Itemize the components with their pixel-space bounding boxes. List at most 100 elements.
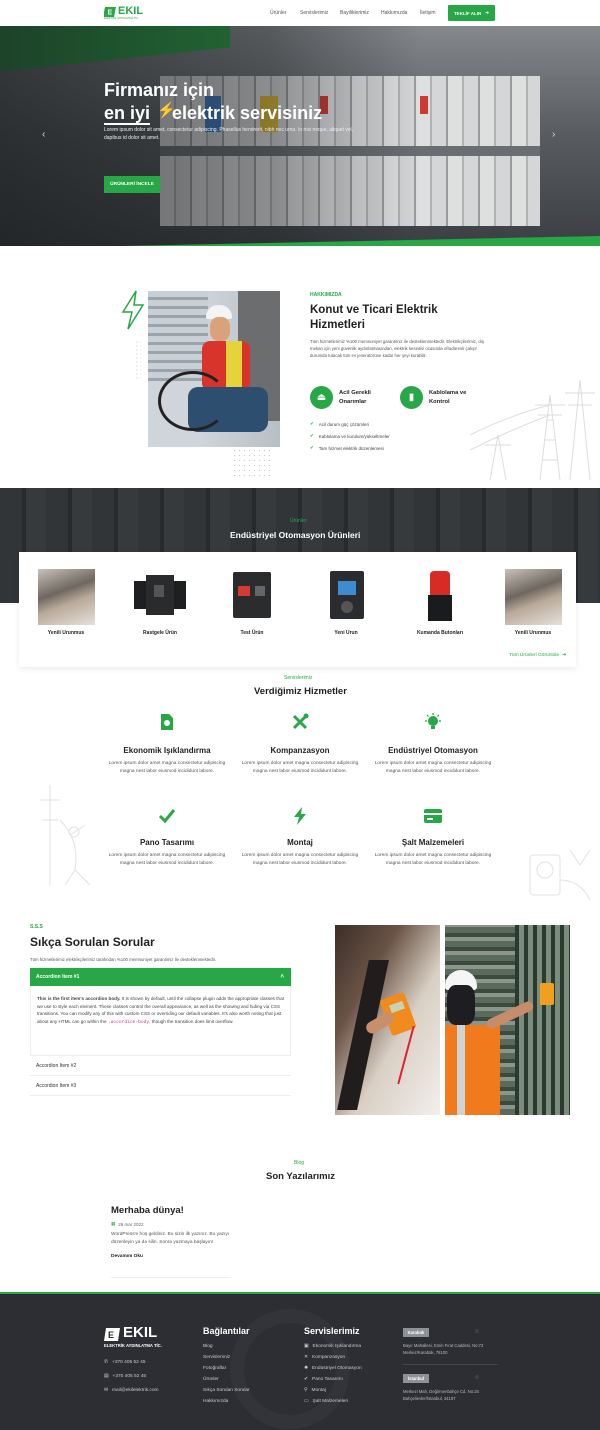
office-address: Bayır Mahallesi, Emin Fırat Caddesi, No:…: [403, 1343, 498, 1356]
product-name[interactable]: Yeni Urun: [306, 630, 386, 636]
product-image[interactable]: [428, 571, 452, 621]
blog-post-title[interactable]: Merhaba dünya!: [111, 1205, 231, 1216]
about-title-line1: Konut ve Ticari Elektrik: [310, 304, 438, 316]
slider-next-icon[interactable]: ›: [552, 129, 555, 140]
footer-link[interactable]: Servislerimiz: [203, 1355, 230, 1360]
read-more-link[interactable]: Devamını Oku: [111, 1254, 231, 1259]
footer-phone-text: +370 405 52 45: [112, 1360, 146, 1365]
chevron-up-icon: ˄: [280, 974, 284, 980]
office-address-line: Merkezi Mah, Değirmenbahçe Cd. No:34: [403, 1389, 479, 1394]
product-name[interactable]: Kumanda Butonları: [400, 630, 480, 636]
tools-icon: ✕: [304, 1355, 309, 1360]
service-desc: Lorem ipsum dolor amet magna consectetur…: [108, 853, 226, 866]
footer-link[interactable]: Hakkımızda: [203, 1399, 228, 1404]
blog-tag: Blog: [294, 1160, 305, 1166]
product-image[interactable]: [330, 571, 364, 619]
footer-service-text: Pano Tasarımı: [312, 1377, 343, 1382]
quote-label: TEKLİF ALIN: [453, 10, 482, 16]
footer-logo[interactable]: E EKIL ELEKTRİK AYDINLATMA TİC.: [104, 1324, 174, 1350]
check-item: ✔ Kablolama ve kurulum/yükseltmeler: [310, 433, 390, 439]
footer-service-link[interactable]: ✔ Pano Tasarımı: [304, 1377, 343, 1382]
footer-link[interactable]: Blog: [203, 1344, 213, 1349]
check-icon: ✔: [304, 1377, 309, 1382]
footer-email[interactable]: ✉ mail@ekilelektrik.com: [104, 1388, 158, 1393]
all-products-link[interactable]: Tüm Ürünleri Görüntüle ➜: [509, 653, 566, 658]
blog-title: Son Yazılarımız: [266, 1171, 335, 1182]
product-image[interactable]: [505, 569, 562, 625]
arrow-right-icon: ➜: [562, 653, 567, 658]
footer-link[interactable]: Ürünler: [203, 1377, 219, 1382]
check-icon: ✔: [310, 433, 314, 438]
footer-link[interactable]: Sıkça Sorulan Sorular: [203, 1388, 250, 1393]
logo-icon: E: [104, 1328, 120, 1341]
lightbulb-doc-icon: ▣: [304, 1344, 309, 1349]
logo-tagline: ELEKTRİK AYDINLATMA TİC.: [104, 17, 139, 20]
nav-iletisim[interactable]: İletişim: [420, 10, 436, 16]
footer-phone-text: +370 405 52 45: [112, 1374, 147, 1379]
slider-prev-icon[interactable]: ‹: [42, 129, 45, 140]
footer-service-link[interactable]: ▣ Ekonomik Işıklandırma: [304, 1344, 361, 1349]
footer-service-text: Şalt Malzemeleri: [312, 1399, 349, 1404]
about-text: Tüm hizmetlerimiz %100 memnuniyet garant…: [310, 339, 485, 358]
footer-phone[interactable]: ▤ +370 405 52 45: [104, 1374, 146, 1379]
meter-sketch: [520, 840, 600, 910]
pin-icon: ⚲: [304, 1388, 308, 1393]
faq-subtitle: Tüm hizmetlerimiz elektrikçilerimiz tara…: [30, 957, 217, 962]
service-desc: Lorem ipsum dolor amet magna consectetur…: [241, 761, 359, 774]
service-desc: Lorem ipsum dolor amet magna consectetur…: [374, 853, 492, 866]
nav-hakkimizda[interactable]: Hakkımızda: [381, 10, 407, 16]
site-header: E EKIL ELEKTRİK AYDINLATMA TİC. Ürünler …: [0, 0, 600, 26]
service-title: Şalt Malzemeleri: [401, 838, 465, 847]
footer-service-link[interactable]: ✕ Kompanzasyon: [304, 1355, 345, 1360]
nav-servislerimiz[interactable]: Servislerimiz: [300, 10, 328, 16]
product-image[interactable]: [134, 575, 186, 615]
faq-photo-2: [445, 925, 570, 1115]
footer-phone[interactable]: ✆ +370 405 52 45: [104, 1360, 146, 1365]
footer-divider: [403, 1364, 498, 1365]
accordion-header-1[interactable]: Accordion Item #1 ˄: [30, 968, 291, 986]
products-carousel: [19, 552, 576, 667]
nav-bayiliklerimiz[interactable]: Bayiliklerimiz: [340, 10, 369, 16]
faq-title: Sıkça Sorulan Sorular: [30, 935, 155, 949]
service-desc: Lorem ipsum dolor amet magna consectetur…: [374, 761, 492, 774]
logo[interactable]: E EKIL ELEKTRİK AYDINLATMA TİC.: [103, 5, 154, 21]
product-image[interactable]: [233, 572, 271, 618]
footer-service-link[interactable]: ✹ Endüstriyel Otomasyon: [304, 1366, 362, 1371]
product-name[interactable]: Yenili Urunmus: [26, 630, 106, 636]
feature-urgent-label1: Acil Gerekli: [339, 390, 371, 397]
mail-icon: ✉: [104, 1388, 109, 1393]
quote-button[interactable]: TEKLİF ALIN ➜: [448, 5, 495, 21]
accordion-header-2[interactable]: Accordion Item #2: [30, 1056, 291, 1076]
product-name[interactable]: Test Ürün: [212, 630, 292, 636]
accordion-header-3[interactable]: Accordion Item #3: [30, 1076, 291, 1096]
feature-wiring: ▮ Kablolama ve Kontrol: [400, 386, 466, 409]
footer-service-text: Kompanzasyon: [312, 1355, 346, 1360]
footer-service-text: Endüstriyel Otomasyon: [312, 1366, 362, 1371]
hero-slider: Firmanız için en iyi ⚡ elektrik servisin…: [0, 26, 600, 246]
footer-logo-text: EKIL: [123, 1324, 158, 1341]
footer-service-link[interactable]: ▭ Şalt Malzemeleri: [304, 1399, 348, 1404]
product-name[interactable]: Rastgele Ürün: [120, 630, 200, 636]
accordion-title-1: Accordion Item #1: [36, 974, 80, 980]
bolt-icon: [290, 806, 310, 826]
check-text: Acil durum güç çözümleri: [318, 421, 370, 427]
product-image[interactable]: [38, 569, 95, 625]
arrow-right-icon: ➜: [485, 10, 490, 15]
service-title: Endüstriyel Otomasyon: [388, 746, 478, 755]
check-text: Tam hizmet elektrik düzenlemesi: [318, 445, 384, 451]
products-tag: Ürünler: [290, 518, 307, 524]
nav-urunler[interactable]: Ürünler: [270, 10, 286, 16]
tool-icon: ⏏: [310, 386, 333, 409]
footer-link[interactable]: Fotoğraflar: [203, 1366, 226, 1371]
office-address-line: Bayır Mahallesi, Emin Fırat Caddesi, No:…: [403, 1343, 484, 1348]
hero-button[interactable]: ÜRÜNLERİ İNCELE: [104, 176, 160, 193]
office-city-badge: Karabük: [403, 1328, 429, 1337]
product-name[interactable]: Yenili Urunmus: [493, 630, 573, 636]
office-address: Merkezi Mah, Değirmenbahçe Cd. No:34 Bahç…: [403, 1389, 498, 1402]
office-city-badge: İstanbul: [403, 1374, 429, 1383]
phone-icon: ✆: [475, 1375, 480, 1381]
footer-service-link[interactable]: ⚲ Montaj: [304, 1388, 326, 1393]
service-desc: Lorem ipsum dolor amet magna consectetur…: [241, 853, 359, 866]
feature-wiring-label1: Kablolama ve: [429, 390, 467, 397]
services-tag: Servislerimiz: [284, 675, 313, 681]
